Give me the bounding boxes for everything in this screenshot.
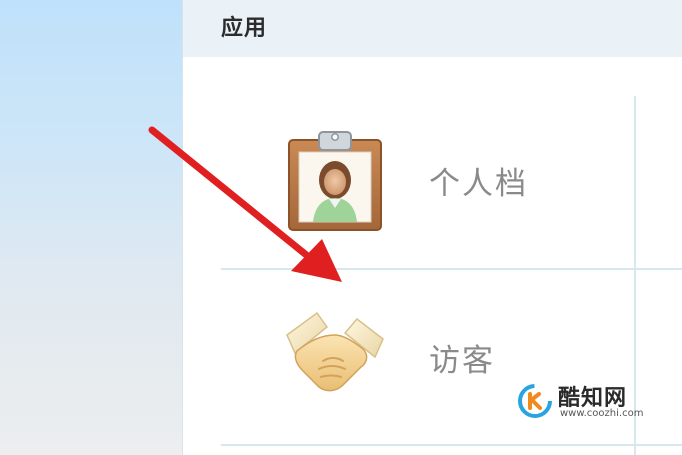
watermark-url: www.coozhi.com [560, 408, 644, 419]
panel-header: 应用 [183, 0, 682, 57]
screenshot-stage: 应用 个人档 访客 酷知网 www.coozhi.com [0, 0, 682, 455]
grid-divider-horizontal [221, 444, 682, 446]
clipboard-profile-icon [288, 131, 382, 231]
app-label-visitors: 访客 [429, 343, 495, 379]
app-label-profile: 个人档 [429, 166, 528, 202]
watermark: 酷知网 www.coozhi.com [518, 378, 668, 428]
grid-divider-horizontal [221, 268, 682, 270]
left-background [0, 0, 182, 455]
panel-title: 应用 [221, 16, 268, 41]
coozhi-logo-icon [518, 384, 552, 418]
handshake-icon [286, 311, 384, 392]
app-item-profile[interactable]: 个人档 [283, 128, 613, 238]
